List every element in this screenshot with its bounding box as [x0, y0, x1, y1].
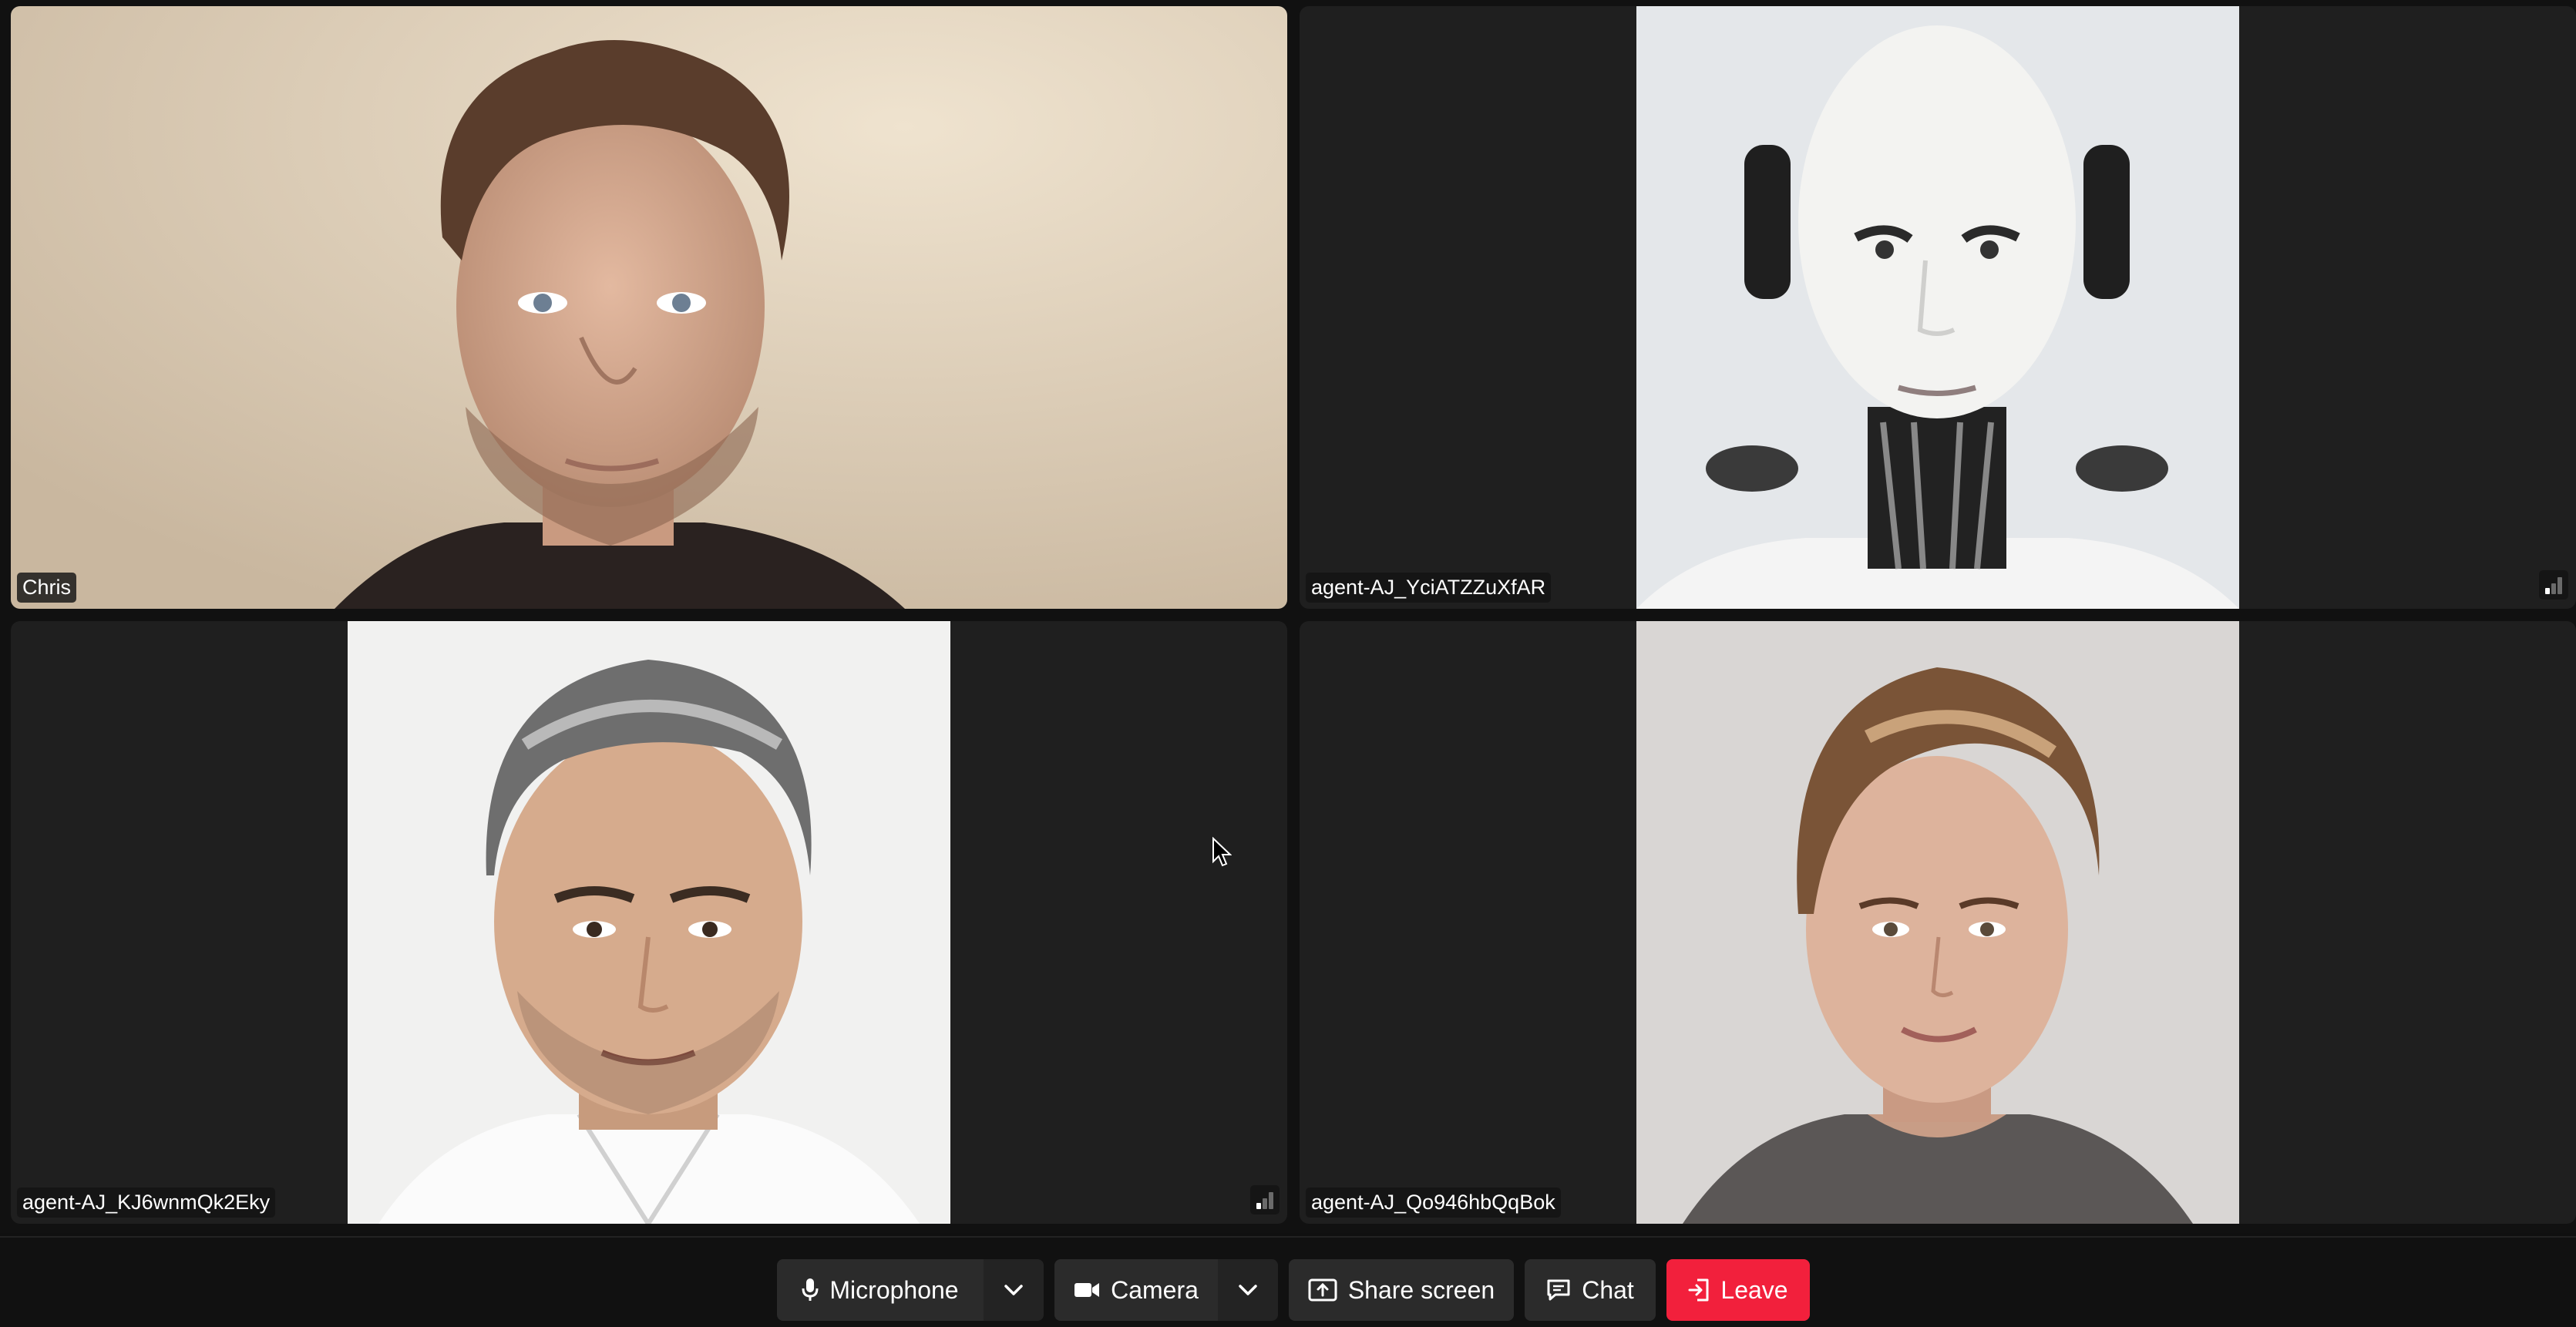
share-screen-button[interactable]: Share screen	[1289, 1259, 1514, 1321]
participant-tile-agent-3[interactable]: agent-AJ_Qo946hbQqBok	[1300, 621, 2576, 1224]
call-control-bar: Microphone Camera Share screen Chat Leav…	[0, 1236, 2576, 1327]
participant-name-tag: agent-AJ_Qo946hbQqBok	[1306, 1188, 1561, 1218]
participant-video	[1636, 621, 2239, 1224]
chevron-down-icon	[1238, 1284, 1258, 1296]
microphone-button[interactable]: Microphone	[777, 1259, 984, 1321]
participant-video	[11, 6, 1287, 609]
signal-strength-icon	[1250, 1185, 1280, 1214]
participant-tile-agent-1[interactable]: agent-AJ_YciATZZuXfAR	[1300, 6, 2576, 609]
participant-video	[1636, 6, 2239, 609]
participant-tile-chris[interactable]: Chris	[11, 6, 1287, 609]
participant-name-tag: Chris	[17, 573, 77, 603]
chat-button[interactable]: Chat	[1525, 1259, 1656, 1321]
leave-icon	[1688, 1278, 1710, 1302]
microphone-label: Microphone	[829, 1275, 959, 1304]
camera-label: Camera	[1111, 1275, 1199, 1304]
participant-tile-agent-2[interactable]: agent-AJ_KJ6wnmQk2Eky	[11, 621, 1287, 1224]
camera-icon	[1074, 1281, 1100, 1299]
leave-button[interactable]: Leave	[1666, 1259, 1810, 1321]
camera-options-button[interactable]	[1218, 1259, 1278, 1321]
participant-name-tag: agent-AJ_YciATZZuXfAR	[1306, 573, 1552, 603]
chat-icon	[1546, 1278, 1571, 1302]
signal-strength-icon	[2539, 570, 2568, 600]
participant-name-tag: agent-AJ_KJ6wnmQk2Eky	[17, 1188, 276, 1218]
share-screen-icon	[1308, 1278, 1337, 1302]
participant-video	[348, 621, 950, 1224]
microphone-options-button[interactable]	[984, 1259, 1044, 1321]
video-grid: Chris agent-AJ_YciATZZuXfAR agent-AJ_KJ6…	[0, 0, 2576, 1233]
chat-label: Chat	[1582, 1275, 1634, 1304]
mouse-cursor-icon	[1212, 837, 1232, 867]
share-screen-label: Share screen	[1347, 1275, 1495, 1304]
microphone-icon	[802, 1278, 819, 1302]
chevron-down-icon	[1004, 1284, 1024, 1296]
leave-label: Leave	[1720, 1275, 1788, 1304]
camera-button[interactable]: Camera	[1054, 1259, 1218, 1321]
